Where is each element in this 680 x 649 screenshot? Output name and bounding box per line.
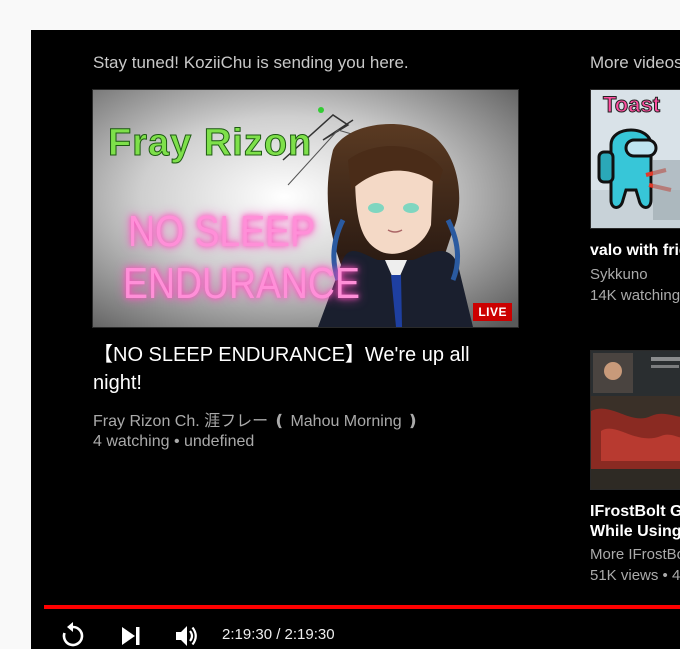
volume-icon: [176, 626, 197, 646]
suggestion-stats-1: 14K watching: [590, 287, 680, 304]
suggestion-title-1[interactable]: valo with friends: [590, 240, 680, 261]
player-controls: 2:19:30 / 2:19:30: [31, 614, 680, 649]
suggestion-thumbnail-2[interactable]: [590, 350, 680, 490]
volume-button[interactable]: [174, 623, 200, 649]
suggestion-thumbnail-1[interactable]: Toast: [590, 89, 680, 229]
time-display: 2:19:30 / 2:19:30: [222, 626, 335, 643]
suggestion-1-thumb-text: Toast: [602, 92, 661, 118]
replay-button[interactable]: [59, 622, 87, 649]
suggestion-stats-2: 51K views • 4: [590, 567, 680, 584]
thumb-text-main-1: NO SLEEP: [128, 207, 316, 256]
replay-icon: [62, 622, 84, 647]
more-videos-label: More videos: [590, 53, 680, 72]
next-button[interactable]: [119, 624, 143, 649]
featured-stats: 4 watching • undefined: [93, 433, 255, 450]
featured-channel[interactable]: Fray Rizon Ch. 涯フレー ❪ Mahou Morning ❫: [93, 407, 419, 431]
live-badge: LIVE: [473, 303, 512, 321]
suggestion-channel-1[interactable]: Sykkuno: [590, 264, 648, 285]
suggestion-channel-2[interactable]: More IFrostBolt: [590, 544, 680, 565]
suggestion-title-2-line1[interactable]: IFrostBolt Gets: [590, 501, 680, 522]
next-icon: [122, 627, 140, 645]
featured-title[interactable]: 【NO SLEEP ENDURANCE】We're up all night!: [93, 341, 513, 397]
featured-thumbnail[interactable]: Fray Rizon NO SLEEP ENDURANCE LIVE: [92, 89, 519, 328]
progress-bar[interactable]: [44, 605, 680, 609]
suggestion-title-2-line2[interactable]: While Using: [590, 521, 680, 542]
thumb-text-main-2: ENDURANCE: [123, 259, 360, 308]
sending-text: Stay tuned! KoziiChu is sending you here…: [93, 53, 409, 72]
video-player[interactable]: Stay tuned! KoziiChu is sending you here…: [31, 30, 680, 649]
suggestion-thumbnail-2-art: [591, 351, 680, 489]
thumb-text-channel: Fray Rizon: [107, 122, 313, 165]
